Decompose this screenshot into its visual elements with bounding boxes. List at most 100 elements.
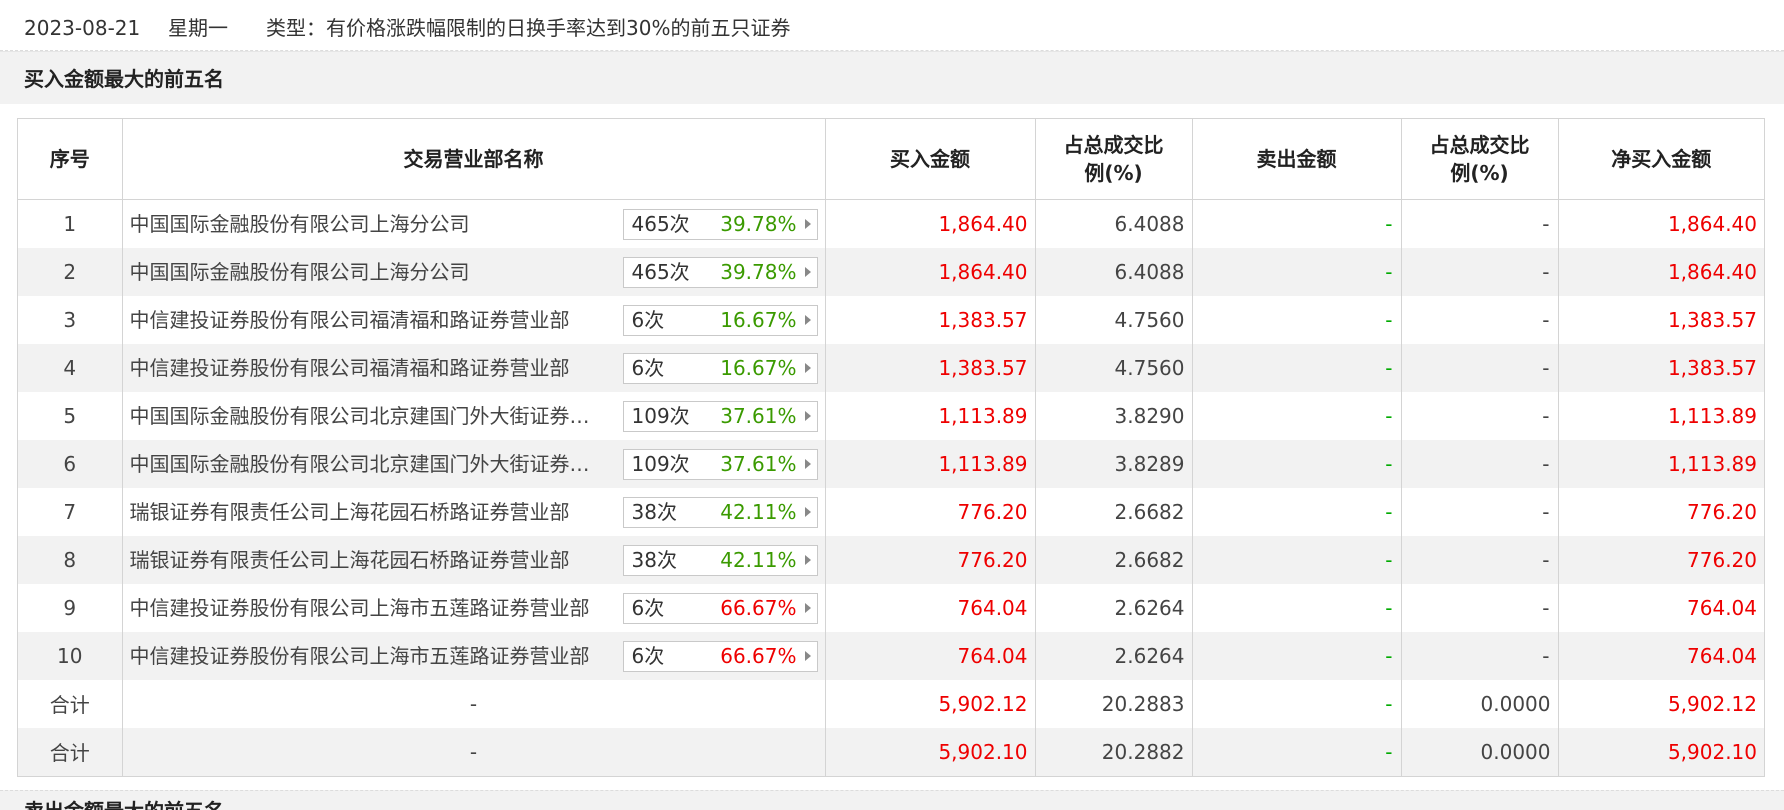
list-type: 类型：有价格涨跌幅限制的日换手率达到30%的前五只证券 <box>266 16 791 40</box>
row-buy-pct: 2.6682 <box>1035 487 1193 536</box>
broker-name[interactable]: 瑞银证券有限责任公司上海花园石桥路证券营业部 <box>130 488 610 536</box>
row-buy-amount: 1,113.89 <box>825 391 1036 440</box>
table-body: 1 中国国际金融股份有限公司上海分公司 465次 39.78% 1,864.40 6.40… <box>18 199 1764 776</box>
total-net-amount: 5,902.10 <box>1667 739 1757 764</box>
total-sell-pct: 0.0000 <box>1401 679 1559 728</box>
caret-right-icon <box>804 650 811 661</box>
row-sell-amount: - <box>1192 535 1402 584</box>
col-header-buy-pct-line2: 例(%) <box>1084 161 1143 185</box>
success-rate: 16.67% <box>720 307 797 332</box>
row-sell-amount: - <box>1192 439 1402 488</box>
weekday: 星期一 <box>168 16 228 40</box>
caret-right-icon <box>804 506 811 517</box>
total-buy-amount: 5,902.12 <box>825 679 1036 728</box>
table-row: 9 中信建投证券股份有限公司上海市五莲路证券营业部 6次 66.67% 764.04 2.… <box>18 583 1764 632</box>
row-name-cell: 中信建投证券股份有限公司上海市五莲路证券营业部 6次 66.67% <box>122 631 826 680</box>
row-name-cell: 瑞银证券有限责任公司上海花园石桥路证券营业部 38次 42.11% <box>122 535 826 584</box>
row-buy-pct: 2.6264 <box>1035 631 1193 680</box>
table-row: 1 中国国际金融股份有限公司上海分公司 465次 39.78% 1,864.40 6.40… <box>18 199 1764 248</box>
trade-stats-button[interactable]: 6次 66.67% <box>622 592 818 624</box>
success-rate: 37.61% <box>720 403 797 428</box>
row-net-amount: 1,864.40 <box>1667 211 1757 236</box>
row-buy-pct: 3.8290 <box>1035 391 1193 440</box>
table-header-row: 序号 交易营业部名称 买入金额 占总成交比 例(%) 卖出金额 占总成交比 例(… <box>18 119 1764 200</box>
buy-top5-table-wrapper: 序号 交易营业部名称 买入金额 占总成交比 例(%) 卖出金额 占总成交比 例(… <box>17 118 1765 777</box>
row-name-cell: 中国国际金融股份有限公司上海分公司 465次 39.78% <box>122 199 826 248</box>
col-header-buy: 买入金额 <box>825 119 1036 200</box>
trade-stats-button[interactable]: 465次 39.78% <box>622 209 818 240</box>
row-seq: 6 <box>18 439 123 488</box>
total-label: 合计 <box>18 679 123 728</box>
total-buy-pct: 20.2883 <box>1035 679 1193 728</box>
row-sell-amount: - <box>1192 631 1402 680</box>
row-sell-amount: - <box>1192 247 1402 296</box>
row-sell-amount: - <box>1192 487 1402 536</box>
row-sell-pct: - <box>1401 583 1559 632</box>
row-buy-amount: 764.04 <box>825 583 1036 632</box>
row-buy-pct: 4.7560 <box>1035 295 1193 344</box>
total-buy-pct: 20.2882 <box>1035 727 1193 776</box>
trade-count: 6次 <box>631 643 665 668</box>
row-seq: 9 <box>18 583 123 632</box>
row-name-cell: 中信建投证券股份有限公司福清福和路证券营业部 6次 16.67% <box>122 343 826 392</box>
table-row: 6 中国国际金融股份有限公司北京建国门外大街证券… 109次 37.61% 1,113.… <box>18 439 1764 488</box>
trade-stats-button[interactable]: 6次 66.67% <box>622 640 818 672</box>
row-seq: 5 <box>18 391 123 440</box>
trade-stats-button[interactable]: 6次 16.67% <box>622 352 818 384</box>
trade-stats-button[interactable]: 38次 42.11% <box>622 544 818 576</box>
total-buy-amount: 5,902.10 <box>825 727 1036 776</box>
success-rate: 37.61% <box>720 451 797 476</box>
total-sell-pct: 0.0000 <box>1401 727 1559 776</box>
broker-name[interactable]: 中国国际金融股份有限公司北京建国门外大街证券… <box>130 392 610 440</box>
caret-right-icon <box>804 410 811 421</box>
trade-stats-button[interactable]: 38次 42.11% <box>622 496 818 528</box>
info-bar: 2023-08-21 星期一 类型：有价格涨跌幅限制的日换手率达到30%的前五只… <box>0 0 1784 51</box>
col-header-net: 净买入金额 <box>1558 119 1764 200</box>
trade-count: 6次 <box>631 355 665 380</box>
col-header-sell-pct: 占总成交比 例(%) <box>1401 119 1559 200</box>
buy-top5-table: 序号 交易营业部名称 买入金额 占总成交比 例(%) 卖出金额 占总成交比 例(… <box>18 119 1764 776</box>
row-seq: 8 <box>18 535 123 584</box>
caret-right-icon <box>804 314 811 325</box>
next-section-title: 卖出金额最大的前五名 <box>24 793 224 810</box>
row-buy-amount: 1,864.40 <box>825 247 1036 296</box>
table-row: 3 中信建投证券股份有限公司福清福和路证券营业部 6次 16.67% 1,383.57 4… <box>18 295 1764 344</box>
row-buy-pct: 6.4088 <box>1035 247 1193 296</box>
broker-name[interactable]: 中国国际金融股份有限公司上海分公司 <box>130 200 610 248</box>
row-sell-pct: - <box>1401 487 1559 536</box>
row-seq: 2 <box>18 247 123 296</box>
row-sell-amount: - <box>1192 343 1402 392</box>
trade-stats-button[interactable]: 465次 39.78% <box>622 256 818 288</box>
broker-name[interactable]: 瑞银证券有限责任公司上海花园石桥路证券营业部 <box>130 536 610 584</box>
success-rate: 39.78% <box>720 212 797 236</box>
broker-name[interactable]: 中信建投证券股份有限公司福清福和路证券营业部 <box>130 296 610 344</box>
trade-stats-button[interactable]: 109次 37.61% <box>622 400 818 432</box>
total-name: - <box>122 679 826 728</box>
row-sell-amount: - <box>1192 199 1402 248</box>
row-name-cell: 中国国际金融股份有限公司北京建国门外大街证券… 109次 37.61% <box>122 391 826 440</box>
col-header-buy-pct-line1: 占总成交比 <box>1063 133 1164 157</box>
row-seq: 4 <box>18 343 123 392</box>
row-net-amount: 764.04 <box>1687 595 1757 620</box>
broker-name[interactable]: 中信建投证券股份有限公司上海市五莲路证券营业部 <box>130 632 610 680</box>
table-row: 7 瑞银证券有限责任公司上海花园石桥路证券营业部 38次 42.11% 776.20 2.… <box>18 487 1764 536</box>
trade-count: 6次 <box>631 595 665 620</box>
row-name-cell: 中国国际金融股份有限公司北京建国门外大街证券… 109次 37.61% <box>122 439 826 488</box>
row-net-amount: 1,383.57 <box>1667 355 1757 380</box>
row-name-cell: 瑞银证券有限责任公司上海花园石桥路证券营业部 38次 42.11% <box>122 487 826 536</box>
row-seq: 3 <box>18 295 123 344</box>
broker-name[interactable]: 中信建投证券股份有限公司上海市五莲路证券营业部 <box>130 584 610 632</box>
trade-stats-button[interactable]: 6次 16.67% <box>622 304 818 336</box>
row-net-amount: 1,383.57 <box>1667 307 1757 332</box>
broker-name[interactable]: 中信建投证券股份有限公司福清福和路证券营业部 <box>130 344 610 392</box>
row-seq: 7 <box>18 487 123 536</box>
trade-stats-button[interactable]: 109次 37.61% <box>622 448 818 480</box>
broker-name[interactable]: 中国国际金融股份有限公司北京建国门外大街证券… <box>130 440 610 488</box>
row-sell-pct: - <box>1401 535 1559 584</box>
trade-count: 6次 <box>631 307 665 332</box>
trade-count: 109次 <box>631 403 690 428</box>
broker-name[interactable]: 中国国际金融股份有限公司上海分公司 <box>130 248 610 296</box>
success-rate: 42.11% <box>720 547 797 572</box>
row-net-amount: 1,864.40 <box>1667 259 1757 284</box>
total-row: 合计 -5,902.10 20.2882-0.0000 5,902.10 <box>18 727 1764 776</box>
